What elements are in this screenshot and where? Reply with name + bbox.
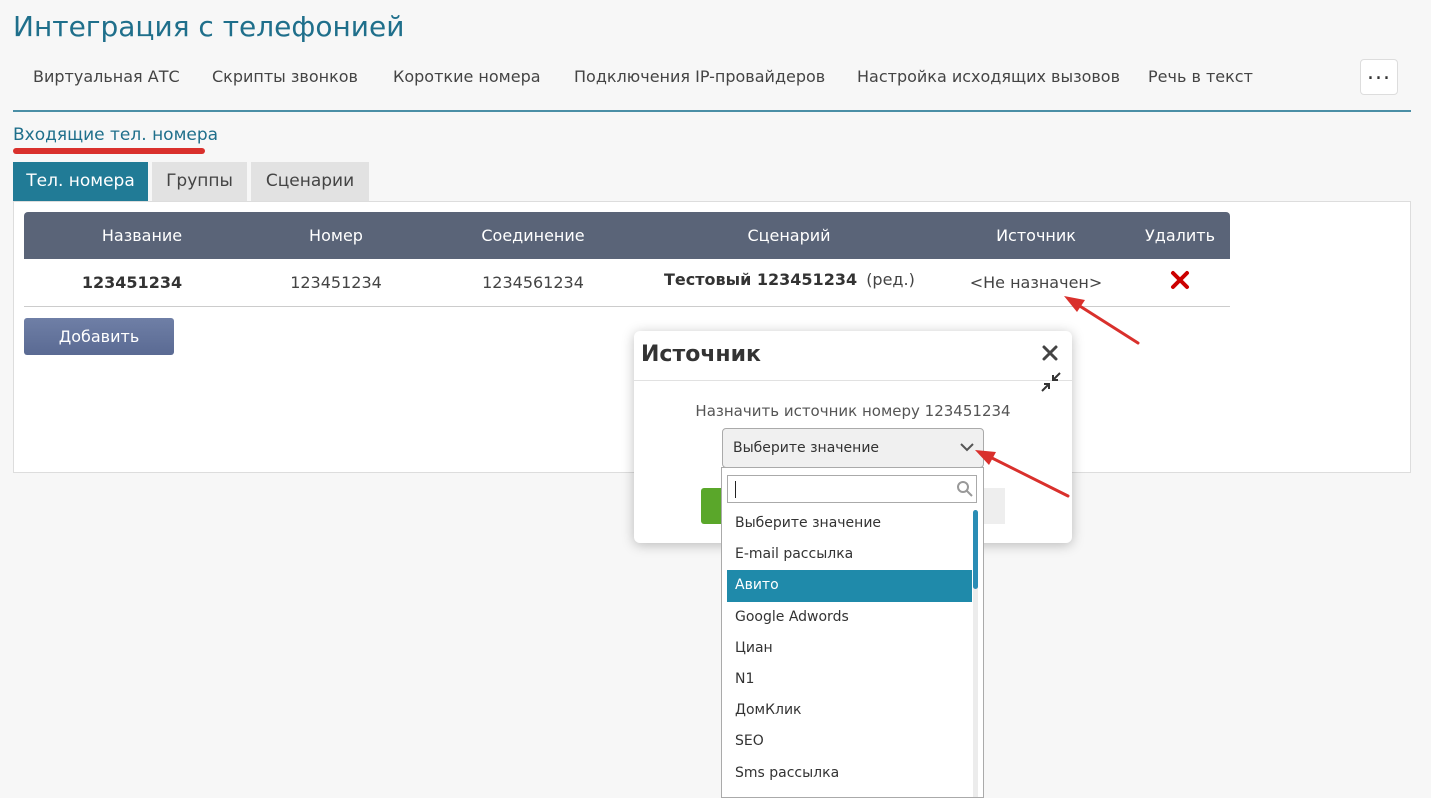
dialog-message: Назначить источник номеру 123451234 (695, 402, 1011, 420)
dropdown-option-highlighted[interactable]: Авито (727, 570, 972, 602)
source-select[interactable]: Выберите значение (722, 428, 984, 468)
column-header-source: Источник (996, 226, 1076, 245)
page-title: Интеграция с телефонией (13, 10, 405, 43)
delete-icon[interactable] (1169, 269, 1191, 291)
column-header-number: Номер (309, 226, 363, 245)
dropdown-option[interactable]: SEO (727, 726, 972, 757)
dropdown-option[interactable]: Google Adwords (727, 602, 972, 633)
cell-connection: 1234561234 (482, 273, 584, 292)
dropdown-option[interactable]: N1 (727, 664, 972, 695)
select-value: Выберите значение (733, 440, 880, 456)
nav-item-ip-providers[interactable]: Подключения IP-провайдеров (574, 67, 825, 86)
dialog-title: Источник (641, 342, 761, 367)
nav-item-outgoing-calls[interactable]: Настройка исходящих вызовов (857, 67, 1120, 86)
nav-item-short-numbers[interactable]: Короткие номера (393, 67, 541, 86)
text-caret (735, 481, 736, 498)
add-button[interactable]: Добавить (24, 318, 174, 355)
scenario-name: Тестовый 123451234 (664, 270, 858, 289)
top-navigation: Виртуальная АТС Скрипты звонков Короткие… (13, 58, 1411, 112)
scenario-edit-link[interactable]: (ред.) (866, 270, 915, 289)
cell-source-link[interactable]: <Не назначен> (964, 259, 1108, 306)
annotation-underline (13, 148, 205, 154)
dropdown-option[interactable]: Циан (727, 633, 972, 664)
dropdown-search-input[interactable] (727, 475, 977, 503)
table-header: Название Номер Соединение Сценарий Источ… (24, 212, 1230, 259)
nav-item-virtual-pbx[interactable]: Виртуальная АТС (33, 67, 180, 86)
column-header-connection: Соединение (481, 226, 585, 245)
nav-item-speech-to-text[interactable]: Речь в текст (1148, 67, 1253, 86)
close-icon[interactable] (1040, 343, 1060, 363)
table-row: 123451234 123451234 1234561234 Тестовый … (24, 259, 1230, 307)
dialog-divider (634, 380, 1072, 381)
tab-scenarios[interactable]: Сценарии (251, 162, 369, 201)
column-header-scenario: Сценарий (747, 226, 831, 245)
column-header-name: Название (101, 226, 183, 245)
scrollbar-thumb[interactable] (973, 510, 978, 589)
cell-scenario: Тестовый 123451234 (ред.) (664, 259, 915, 306)
cell-number: 123451234 (290, 273, 382, 292)
tab-phone-numbers[interactable]: Тел. номера (13, 162, 148, 201)
column-header-delete: Удалить (1145, 226, 1215, 245)
dropdown-option[interactable]: ДомКлик (727, 695, 972, 726)
more-menu-button[interactable]: ... (1360, 59, 1398, 95)
search-icon (957, 481, 973, 497)
dropdown-options: Выберите значение E-mail рассылка Авито … (727, 508, 972, 789)
cell-name: 123451234 (81, 273, 183, 292)
collapse-icon[interactable] (1040, 371, 1062, 393)
section-title-incoming-numbers[interactable]: Входящие тел. номера (13, 125, 218, 145)
dropdown-option[interactable]: Выберите значение (727, 508, 972, 539)
dialog-cancel-button[interactable] (983, 488, 1005, 524)
select-dropdown: Выберите значение E-mail рассылка Авито … (721, 467, 984, 798)
dropdown-option[interactable]: E-mail рассылка (727, 539, 972, 570)
chevron-down-icon (960, 443, 974, 452)
nav-item-call-scripts[interactable]: Скрипты звонков (212, 67, 358, 86)
dropdown-option[interactable]: Sms рассылка (727, 758, 972, 789)
tab-groups[interactable]: Группы (152, 162, 247, 201)
